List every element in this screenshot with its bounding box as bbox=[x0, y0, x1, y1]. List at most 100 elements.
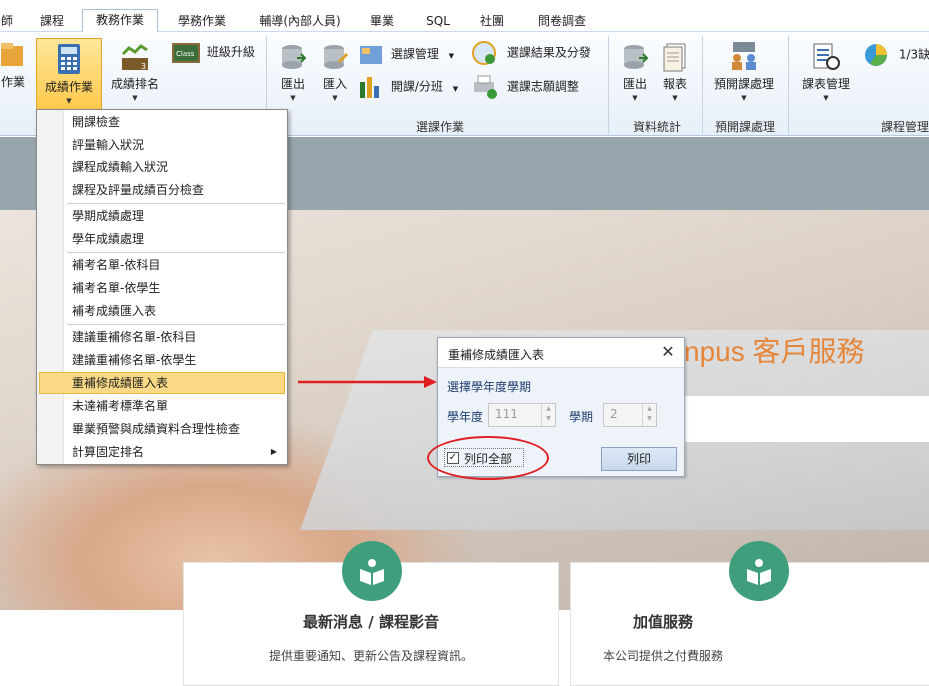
group-label-course-mgmt: 課程管理 bbox=[880, 120, 929, 134]
svg-text:Class: Class bbox=[176, 50, 195, 58]
stepper-arrows-icon[interactable]: ▲ ▼ bbox=[642, 404, 656, 426]
ribbon-separator bbox=[608, 36, 609, 134]
chevron-down-icon: ▼ bbox=[332, 94, 338, 102]
dialog-title: 重補修成績匯入表 bbox=[448, 348, 545, 362]
tab-counseling[interactable]: 輔導(內部人員) bbox=[250, 11, 350, 32]
chevron-down-icon: ▼ bbox=[741, 94, 747, 102]
class-board-icon: Class bbox=[172, 42, 200, 63]
stepper-arrows-icon[interactable]: ▲ ▼ bbox=[541, 404, 555, 426]
report-button[interactable]: 報表 ▼ bbox=[656, 42, 694, 102]
menu-item-retake-by-student[interactable]: 建議重補修名單-依學生 bbox=[39, 349, 285, 371]
ribbon-button-left-cut[interactable]: 作業 bbox=[0, 40, 30, 90]
dialog-section-label: 選擇學年度學期 bbox=[447, 380, 532, 394]
tab-student-affairs[interactable]: 學務作業 bbox=[166, 11, 238, 32]
svg-text:3: 3 bbox=[141, 62, 146, 71]
menu-item-semester-grade[interactable]: 學期成績處理 bbox=[39, 205, 285, 227]
menu-item-makeup-by-student[interactable]: 補考名單-依學生 bbox=[39, 277, 285, 299]
book-icon bbox=[729, 541, 789, 601]
folder-icon bbox=[1, 43, 23, 66]
open-class-button[interactable]: 開課/分班 ▼ bbox=[358, 74, 458, 98]
menu-separator bbox=[67, 203, 285, 204]
one-third-absence-button[interactable]: 1/3缺 bbox=[862, 42, 929, 66]
group-label-stats: 資料統計 bbox=[632, 120, 681, 134]
value-added-service-card[interactable]: 加值服務 本公司提供之付費服務 bbox=[570, 541, 929, 686]
course-result-distribution-button[interactable]: 選課結果及分發 bbox=[470, 40, 591, 65]
menu-item-makeup-import[interactable]: 補考成績匯入表 bbox=[39, 300, 285, 322]
print-button[interactable]: 列印 bbox=[601, 447, 677, 471]
course-management-button[interactable]: 選課管理 ▼ bbox=[358, 42, 454, 66]
report-icon bbox=[663, 43, 686, 72]
ranking-button[interactable]: 3 成績排名 ▼ bbox=[106, 42, 164, 102]
tab-graduation[interactable]: 畢業 bbox=[362, 11, 402, 32]
book-icon bbox=[342, 541, 402, 601]
menu-item-grade-percent-check[interactable]: 課程及評量成績百分檢查 bbox=[39, 179, 285, 201]
menu-item-retake-by-subject[interactable]: 建議重補修名單-依科目 bbox=[39, 326, 285, 348]
menu-item-retake-grade-import[interactable]: 重補修成績匯入表 bbox=[39, 372, 285, 394]
annotation-arrow bbox=[298, 376, 437, 388]
menu-item-course-grade-input-status[interactable]: 課程成績輸入狀況 bbox=[39, 156, 285, 178]
window-corner-icon bbox=[911, 0, 925, 6]
tab-academic-affairs[interactable]: 教務作業 bbox=[82, 9, 158, 33]
chevron-down-icon: ▼ bbox=[448, 52, 455, 60]
card-description: 本公司提供之付費服務 bbox=[602, 649, 723, 663]
tab-teacher[interactable]: 師 bbox=[0, 11, 14, 32]
chevron-down-icon: ▼ bbox=[632, 94, 638, 102]
course-wish-adjust-button[interactable]: 選課志願調整 bbox=[470, 74, 579, 99]
ribbon-tab-bar: 師 課程 教務作業 學務作業 輔導(內部人員) 畢業 SQL 社團 問卷調查 bbox=[0, 0, 929, 33]
course-management-icon bbox=[360, 45, 382, 64]
hero-panel bbox=[684, 396, 929, 442]
chevron-down-icon: ▼ bbox=[66, 97, 72, 105]
people-group-icon bbox=[732, 42, 756, 70]
page-left-strip bbox=[0, 610, 183, 686]
class-upgrade-button[interactable]: Class 班級升級 bbox=[172, 40, 255, 64]
menu-item-graduation-warning-check[interactable]: 畢業預警與成績資料合理性檢查 bbox=[39, 418, 285, 440]
pre-open-course-button[interactable]: 預開課處理 ▼ bbox=[708, 40, 780, 102]
menu-item-course-check[interactable]: 開課檢查 bbox=[39, 111, 285, 133]
menu-item-fixed-ranking[interactable]: 計算固定排名 ▶ bbox=[39, 441, 285, 463]
grades-menu-button[interactable]: 成績作業 ▼ bbox=[36, 38, 102, 110]
ribbon-separator bbox=[702, 36, 703, 134]
course-export-button[interactable]: 匯出 ▼ bbox=[274, 42, 312, 102]
school-year-stepper[interactable]: 111 ▲ ▼ bbox=[488, 403, 556, 427]
chevron-down-icon: ▼ bbox=[672, 94, 678, 102]
tab-survey[interactable]: 問卷調查 bbox=[528, 11, 596, 32]
chevron-down-icon: ▼ bbox=[290, 94, 296, 102]
semester-stepper[interactable]: 2 ▲ ▼ bbox=[603, 403, 657, 427]
hero-title: npus 客戶服務 bbox=[684, 336, 865, 367]
menu-item-year-grade[interactable]: 學年成績處理 bbox=[39, 228, 285, 250]
tab-club[interactable]: 社團 bbox=[470, 11, 514, 32]
schedule-icon bbox=[813, 43, 840, 70]
grades-dropdown-menu: 開課檢查 評量輸入狀況 課程成績輸入狀況 課程及評量成績百分檢查 學期成績處理 … bbox=[36, 109, 288, 465]
chevron-right-icon: ▶ bbox=[270, 447, 277, 456]
menu-item-assessment-input-status[interactable]: 評量輸入狀況 bbox=[39, 134, 285, 156]
close-icon[interactable]: ✕ bbox=[660, 344, 676, 360]
card-title: 加值服務 bbox=[632, 613, 693, 631]
stats-export-button[interactable]: 匯出 ▼ bbox=[616, 42, 654, 102]
menu-item-below-makeup-standard[interactable]: 未達補考標準名單 bbox=[39, 395, 285, 417]
tab-sql[interactable]: SQL bbox=[414, 11, 462, 32]
pie-chart-icon bbox=[865, 44, 887, 66]
menu-separator bbox=[67, 324, 285, 325]
database-export-icon bbox=[624, 45, 649, 69]
chevron-down-icon: ▼ bbox=[452, 84, 459, 93]
globe-result-icon bbox=[472, 41, 496, 65]
tab-course[interactable]: 課程 bbox=[30, 11, 74, 32]
ranking-icon: 3 bbox=[121, 44, 148, 71]
group-label-course-ops: 選課作業 bbox=[415, 120, 464, 134]
chevron-down-icon: ▼ bbox=[823, 94, 829, 102]
database-import-icon bbox=[324, 45, 349, 69]
course-import-button[interactable]: 匯入 ▼ bbox=[316, 42, 354, 102]
annotation-ellipse bbox=[427, 436, 549, 480]
chevron-down-icon: ▼ bbox=[132, 94, 138, 102]
group-label-pre-open: 預開課處理 bbox=[714, 120, 775, 134]
bar-chart-icon bbox=[360, 77, 379, 98]
calculator-icon bbox=[58, 44, 80, 74]
menu-separator bbox=[67, 252, 285, 253]
menu-item-makeup-by-subject[interactable]: 補考名單-依科目 bbox=[39, 254, 285, 276]
school-year-label: 學年度 bbox=[447, 410, 484, 424]
printer-adjust-icon bbox=[474, 75, 497, 99]
database-export-icon bbox=[282, 45, 307, 69]
schedule-management-button[interactable]: 課表管理 ▼ bbox=[796, 42, 856, 102]
ribbon-separator bbox=[788, 36, 789, 134]
semester-label: 學期 bbox=[569, 410, 594, 424]
